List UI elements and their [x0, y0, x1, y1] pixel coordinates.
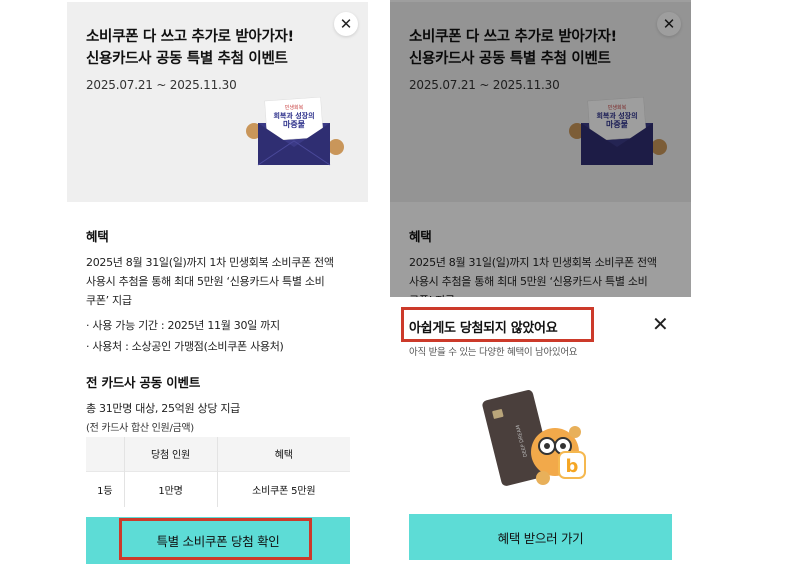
badge-letter: b — [566, 456, 579, 477]
close-icon[interactable]: ✕ — [652, 313, 669, 335]
result-subtitle: 아직 받을 수 있는 다양한 혜택이 남아있어요 — [409, 347, 578, 358]
benefit-description: 2025년 8월 31일(일)까지 1차 민생회복 소비쿠폰 전액 사용시 추첨… — [86, 253, 349, 310]
table-header-row: 당첨 인원 혜택 — [86, 437, 350, 471]
benefit-heading: 혜택 — [86, 229, 109, 244]
table-cell: 소비쿠폰 5만원 — [217, 470, 350, 507]
event-body: 혜택 2025년 8월 31일(일)까지 1차 민생회복 소비쿠폰 전액 사용시… — [67, 202, 368, 434]
envelope-text-3: 마중물 — [283, 119, 306, 129]
table-header — [86, 437, 125, 471]
joint-event-summary: 총 31만명 대상, 25억원 상당 지급 — [86, 402, 240, 415]
dim-overlay[interactable] — [390, 0, 691, 297]
table-row: 1등 1만명 소비쿠폰 5만원 — [86, 470, 350, 507]
result-panel: 소비쿠폰 다 쓰고 추가로 받아가자! 신용카드사 공동 특별 추첨 이벤트 2… — [390, 0, 691, 566]
close-button[interactable]: ✕ — [334, 12, 358, 36]
envelope-text-1: 민생회복 — [285, 104, 304, 111]
table-header: 당첨 인원 — [124, 437, 218, 471]
envelope-illustration: 민생회복 회복과 성장의 마중물 — [246, 96, 344, 166]
event-title-line1: 소비쿠폰 다 쓰고 추가로 받아가자! — [86, 29, 294, 45]
highlight-box — [119, 518, 312, 560]
benefit-period: 사용 가능 기간 : 2025년 11월 30일 까지 — [86, 316, 349, 335]
close-icon: ✕ — [339, 15, 353, 33]
event-title: 소비쿠폰 다 쓰고 추가로 받아가자! 신용카드사 공동 특별 추첨 이벤트 — [86, 26, 294, 70]
benefit-line2: 사용시 추첨을 통해 최대 5만원 ‘신용카드사 특별 소비 — [86, 275, 325, 288]
card-illustration: DEEP DREAM b — [482, 390, 586, 486]
go-benefits-button[interactable]: 혜택 받으러 가기 — [409, 514, 672, 560]
joint-event-heading: 전 카드사 공동 이벤트 — [86, 375, 201, 390]
highlight-box — [401, 307, 594, 342]
event-panel: 소비쿠폰 다 쓰고 추가로 받아가자! 신용카드사 공동 특별 추첨 이벤트 2… — [67, 0, 368, 566]
benefit-line1: 2025년 8월 31일(일)까지 1차 민생회복 소비쿠폰 전액 — [86, 256, 334, 269]
table-header: 혜택 — [217, 437, 350, 471]
table-cell: 1만명 — [124, 470, 218, 507]
winner-table: 당첨 인원 혜택 1등 1만명 소비쿠폰 5만원 — [86, 437, 350, 507]
benefit-line3: 쿠폰’ 지급 — [86, 294, 132, 307]
table-cell: 1등 — [86, 470, 125, 507]
event-date: 2025.07.21 ~ 2025.11.30 — [86, 78, 237, 92]
benefit-usage-place: 사용처 : 소상공인 가맹점(소비쿠폰 사용처) — [86, 337, 349, 356]
result-bottom-sheet: 아쉽게도 당첨되지 않았어요 ✕ 아직 받을 수 있는 다양한 혜택이 남아있어… — [390, 297, 691, 566]
event-hero: 소비쿠폰 다 쓰고 추가로 받아가자! 신용카드사 공동 특별 추첨 이벤트 2… — [67, 2, 368, 202]
envelope-text-2: 회복과 성장의 — [273, 111, 314, 120]
event-title-line2: 신용카드사 공동 특별 추첨 이벤트 — [86, 51, 288, 67]
joint-event-note: (전 카드사 합산 인원/금액) — [86, 423, 194, 434]
go-benefits-label: 혜택 받으러 가기 — [497, 530, 584, 546]
